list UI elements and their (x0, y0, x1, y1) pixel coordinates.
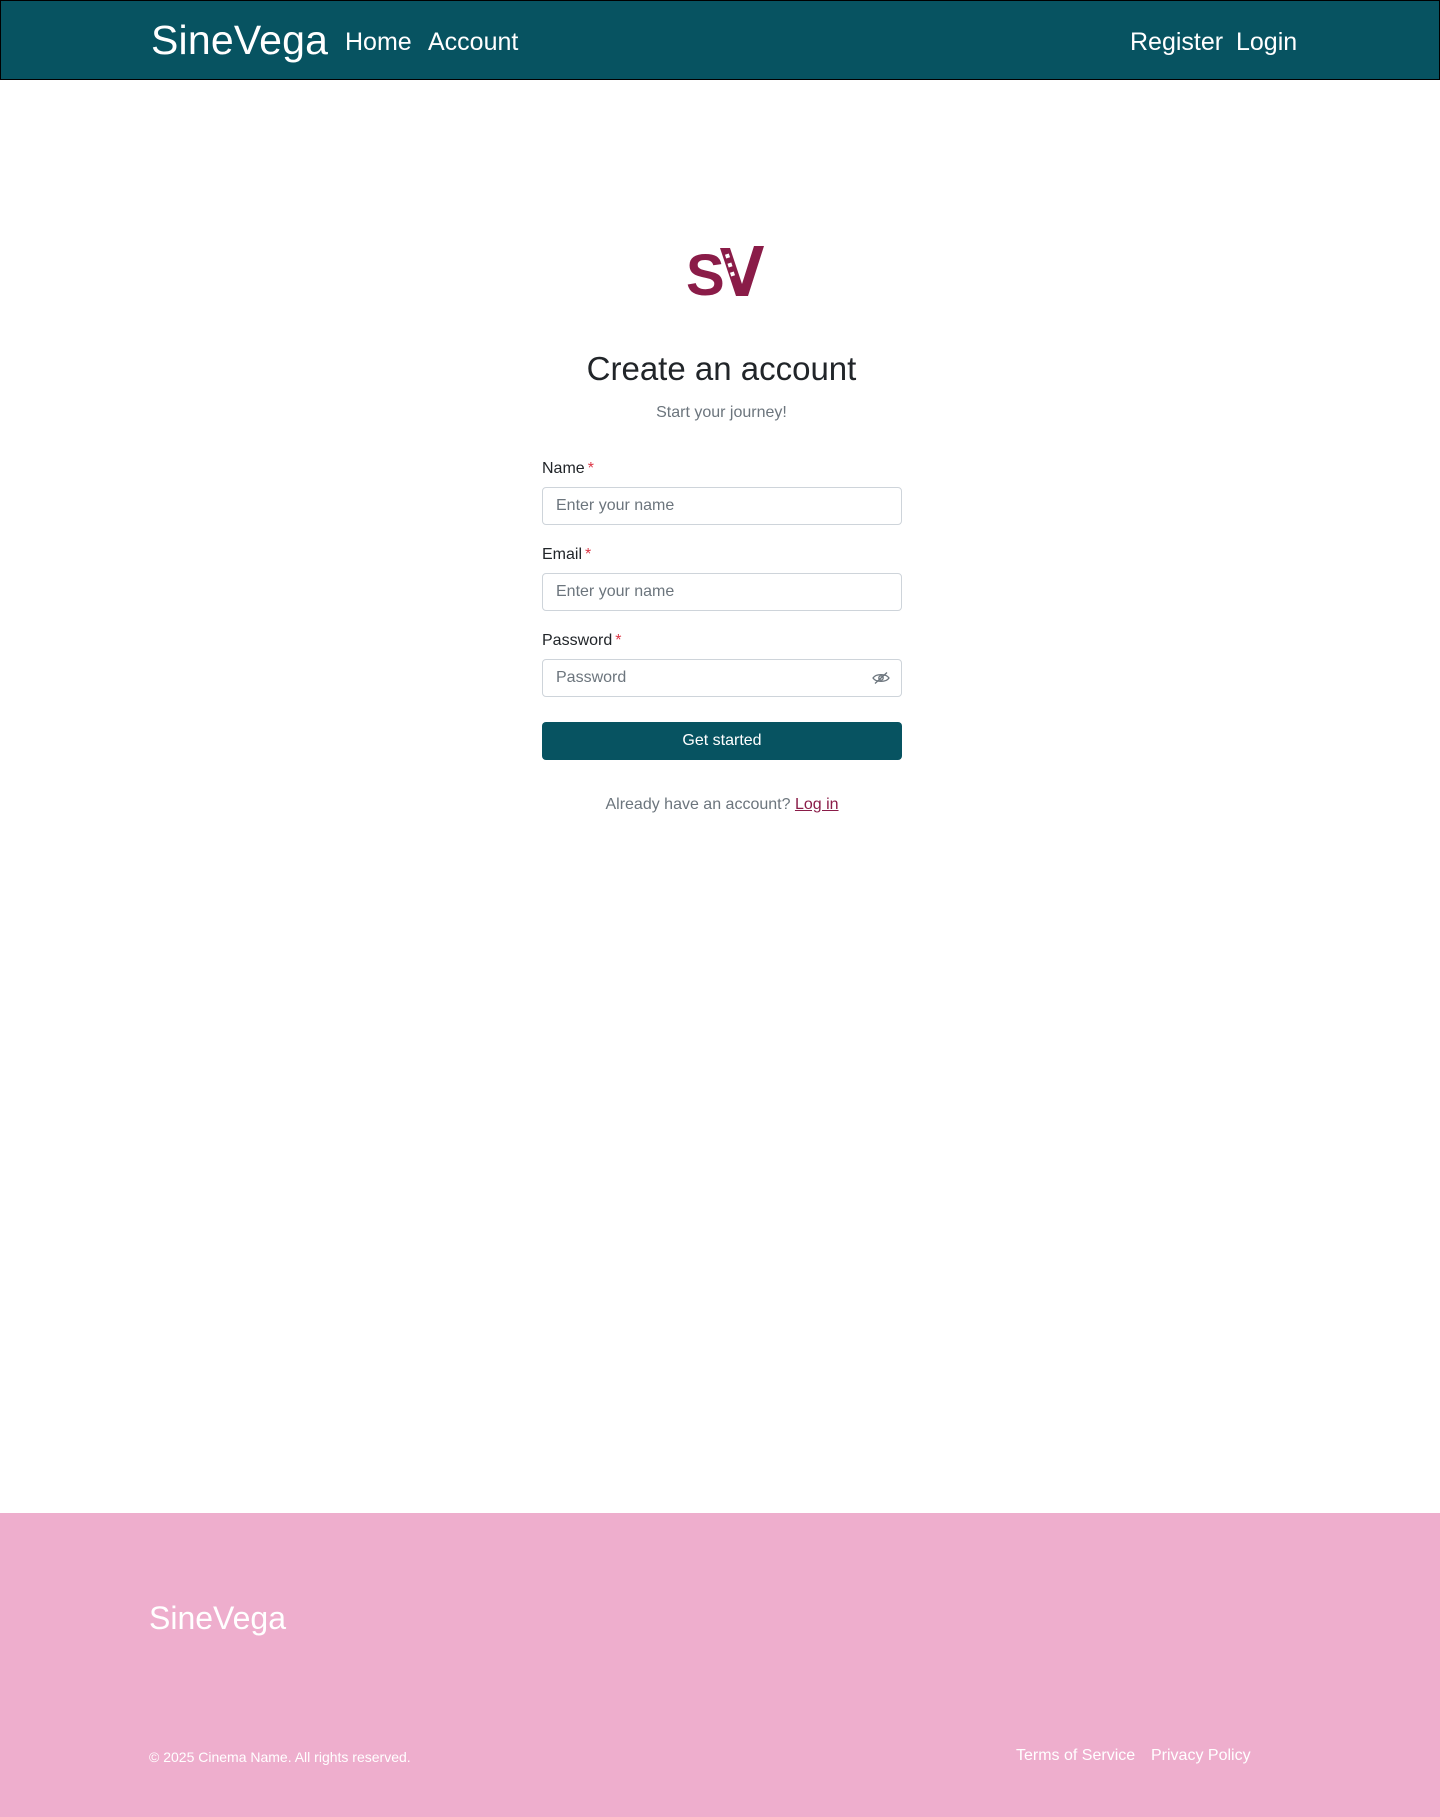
eye-icon[interactable] (872, 671, 890, 685)
brand-logo-link[interactable]: SineVega (151, 15, 328, 65)
nav-login-link[interactable]: Login (1236, 27, 1297, 57)
name-input[interactable] (542, 487, 902, 525)
login-prompt: Already have an account? Log in (542, 794, 902, 816)
svg-text:S: S (686, 244, 723, 300)
nav-home-link[interactable]: Home (345, 27, 412, 57)
required-mark: * (585, 546, 592, 563)
password-label-text: Password (542, 632, 613, 649)
terms-of-service-link[interactable]: Terms of Service (1016, 1746, 1135, 1766)
password-label: Password * (542, 630, 621, 652)
login-prompt-text: Already have an account? (605, 796, 791, 813)
get-started-button[interactable]: Get started (542, 722, 902, 760)
eye-icon-graphic (872, 672, 890, 684)
nav-account-link[interactable]: Account (428, 27, 518, 57)
required-mark: * (587, 460, 594, 477)
footer-brand: SineVega (149, 1600, 287, 1636)
email-label-text: Email (542, 546, 583, 563)
sv-logo: S (686, 243, 766, 308)
copyright-text: © 2025 Cinema Name. All rights reserved. (149, 1749, 411, 1765)
privacy-policy-link[interactable]: Privacy Policy (1151, 1746, 1251, 1766)
email-label: Email * (542, 544, 591, 566)
name-label-text: Name (542, 460, 585, 477)
login-link[interactable]: Log in (795, 796, 839, 813)
sv-logo-graphic: S (686, 243, 764, 308)
required-mark: * (615, 632, 622, 649)
footer: SineVega © 2025 Cinema Name. All rights … (0, 1513, 1440, 1817)
page-subtitle: Start your journey! (656, 404, 787, 421)
email-input[interactable] (542, 573, 902, 611)
nav-register-link[interactable]: Register (1130, 27, 1223, 57)
navbar: SineVega Home Account Register Login (0, 0, 1440, 80)
password-input[interactable] (542, 659, 902, 697)
name-label: Name * (542, 458, 594, 480)
page-title: Create an account (586, 350, 857, 387)
